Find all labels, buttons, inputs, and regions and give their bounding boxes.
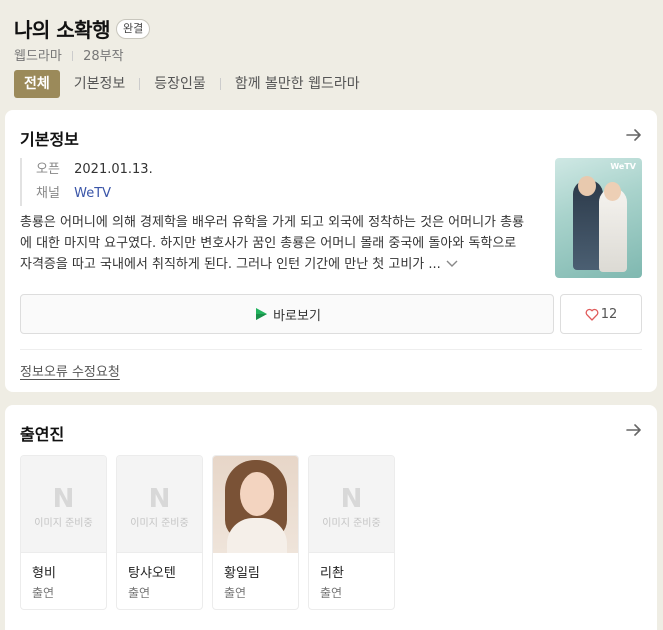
cast-list: N 이미지 준비중 형비 출연 N 이미지 준비중 탕샤오텐 출연 황일림 출연 <box>20 455 404 610</box>
placeholder-logo: N <box>340 484 363 514</box>
tab-all[interactable]: 전체 <box>14 70 60 98</box>
cast-name: 황일림 <box>224 566 260 581</box>
info-list: 오픈 2021.01.13. 채널 WeTV <box>20 158 153 206</box>
watch-label: 바로보기 <box>273 308 321 324</box>
cast-member[interactable]: N 이미지 준비중 탕샤오텐 출연 <box>116 455 203 610</box>
placeholder-text: 이미지 준비중 <box>34 518 93 529</box>
basic-info-card: 기본정보 오픈 2021.01.13. 채널 WeTV WeTV 총룡은 어머니… <box>5 110 657 392</box>
placeholder-text: 이미지 준비중 <box>322 518 381 529</box>
cast-role: 출연 <box>320 586 343 600</box>
cast-title: 출연진 <box>20 425 65 444</box>
poster-figure <box>604 182 621 201</box>
tab-related[interactable]: 함께 볼만한 웹드라마 <box>231 70 364 98</box>
page-title: 나의 소확행 <box>14 18 110 42</box>
cast-role: 출연 <box>32 586 55 600</box>
cast-card-section: 출연진 N 이미지 준비중 형비 출연 N 이미지 준비중 탕샤오텐 출연 황일… <box>5 405 657 630</box>
meta-divider <box>71 51 73 61</box>
cast-member[interactable]: N 이미지 준비중 형비 출연 <box>20 455 107 610</box>
poster-image[interactable]: WeTV <box>555 158 642 278</box>
heart-icon <box>585 308 599 321</box>
placeholder-logo: N <box>52 484 75 514</box>
channel-link[interactable]: WeTV <box>74 186 111 201</box>
open-label: 오픈 <box>36 162 60 177</box>
report-error-link[interactable]: 정보오류 수정요청 <box>20 361 120 380</box>
placeholder-logo: N <box>148 484 171 514</box>
cast-placeholder-image: N 이미지 준비중 <box>21 456 106 553</box>
category-text: 웹드라마 <box>14 49 62 64</box>
title-row: 나의 소확행 완결 <box>14 14 151 43</box>
cast-member[interactable]: 황일림 출연 <box>212 455 299 610</box>
cast-placeholder-image: N 이미지 준비중 <box>309 456 394 553</box>
info-row-open: 오픈 2021.01.13. <box>36 158 153 182</box>
tab-bar: 전체 기본정보 등장인물 함께 볼만한 웹드라마 <box>14 70 364 98</box>
cast-role: 출연 <box>128 586 151 600</box>
cast-photo <box>213 456 298 553</box>
description: 총룡은 어머니에 의해 경제학을 배우러 유학을 가게 되고 외국에 정착하는 … <box>20 212 532 275</box>
status-badge: 완결 <box>115 18 151 39</box>
placeholder-text: 이미지 준비중 <box>130 518 189 529</box>
watch-button[interactable]: 바로보기 <box>20 294 554 334</box>
cast-role: 출연 <box>224 586 247 600</box>
cast-member[interactable]: N 이미지 준비중 리촨 출연 <box>308 455 395 610</box>
tab-basic-info[interactable]: 기본정보 <box>70 70 130 98</box>
basic-info-title: 기본정보 <box>20 130 79 149</box>
photo-face <box>240 472 274 516</box>
cast-name: 탕샤오텐 <box>128 566 176 581</box>
cast-name: 리촨 <box>320 566 344 581</box>
divider <box>20 349 642 350</box>
tab-divider <box>139 78 141 90</box>
like-count: 12 <box>600 306 618 322</box>
poster-logo: WeTV <box>610 162 636 171</box>
channel-label: 채널 <box>36 186 60 201</box>
tab-characters[interactable]: 등장인물 <box>150 70 210 98</box>
meta-row: 웹드라마 28부작 <box>14 45 124 64</box>
tab-divider <box>219 78 221 90</box>
info-row-channel: 채널 WeTV <box>36 182 153 206</box>
arrow-right-icon[interactable] <box>625 421 643 439</box>
episode-count: 28부작 <box>83 49 124 64</box>
chevron-down-icon[interactable] <box>445 258 459 270</box>
cast-placeholder-image: N 이미지 준비중 <box>117 456 202 553</box>
poster-figure <box>578 176 596 196</box>
arrow-right-icon[interactable] <box>625 126 643 144</box>
cast-name: 형비 <box>32 566 56 581</box>
open-date: 2021.01.13. <box>74 162 153 177</box>
like-button[interactable]: 12 <box>560 294 642 334</box>
play-icon <box>256 308 268 320</box>
